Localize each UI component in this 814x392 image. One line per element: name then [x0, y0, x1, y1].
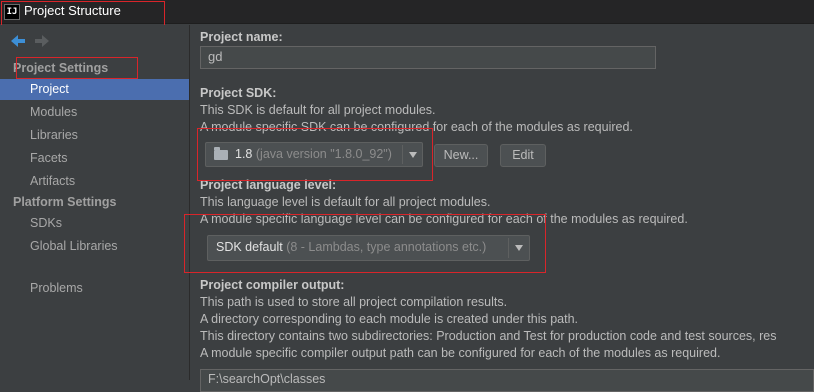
- edit-sdk-button[interactable]: Edit: [500, 144, 546, 167]
- compiler-output-desc-2: A directory corresponding to each module…: [200, 312, 578, 326]
- compiler-output-desc-1: This path is used to store all project c…: [200, 295, 508, 309]
- sidebar-item-problems[interactable]: Problems: [0, 278, 189, 299]
- compiler-output-path-input[interactable]: F:\searchOpt\classes: [200, 369, 814, 392]
- sidebar-item-modules[interactable]: Modules: [0, 102, 189, 123]
- project-item-highlight-box: [16, 57, 138, 79]
- arrow-left-icon[interactable]: [10, 33, 26, 49]
- new-sdk-button[interactable]: New...: [434, 144, 488, 167]
- main-content: Project name: gd Project SDK: This SDK i…: [190, 25, 814, 392]
- sidebar-item-facets[interactable]: Facets: [0, 148, 189, 169]
- arrow-right-icon[interactable]: [34, 33, 50, 49]
- project-sdk-desc-1: This SDK is default for all project modu…: [200, 103, 436, 117]
- language-level-desc-1: This language level is default for all p…: [200, 195, 491, 209]
- project-name-label: Project name:: [200, 30, 283, 44]
- sdk-highlight-box: [197, 128, 433, 181]
- sidebar-item-libraries[interactable]: Libraries: [0, 125, 189, 146]
- compiler-output-desc-4: A module specific compiler output path c…: [200, 346, 721, 360]
- compiler-output-label: Project compiler output:: [200, 278, 345, 292]
- sidebar-item-artifacts[interactable]: Artifacts: [0, 171, 189, 192]
- project-name-input[interactable]: gd: [200, 46, 656, 69]
- language-level-highlight-box: [184, 214, 546, 273]
- sidebar-item-sdks[interactable]: SDKs: [0, 213, 189, 234]
- compiler-output-desc-3: This directory contains two subdirectori…: [200, 329, 777, 343]
- section-platform-settings: Platform Settings: [13, 195, 117, 209]
- project-sdk-label: Project SDK:: [200, 86, 277, 100]
- sidebar-item-global-libraries[interactable]: Global Libraries: [0, 236, 189, 257]
- sidebar-item-project[interactable]: Project: [0, 79, 189, 100]
